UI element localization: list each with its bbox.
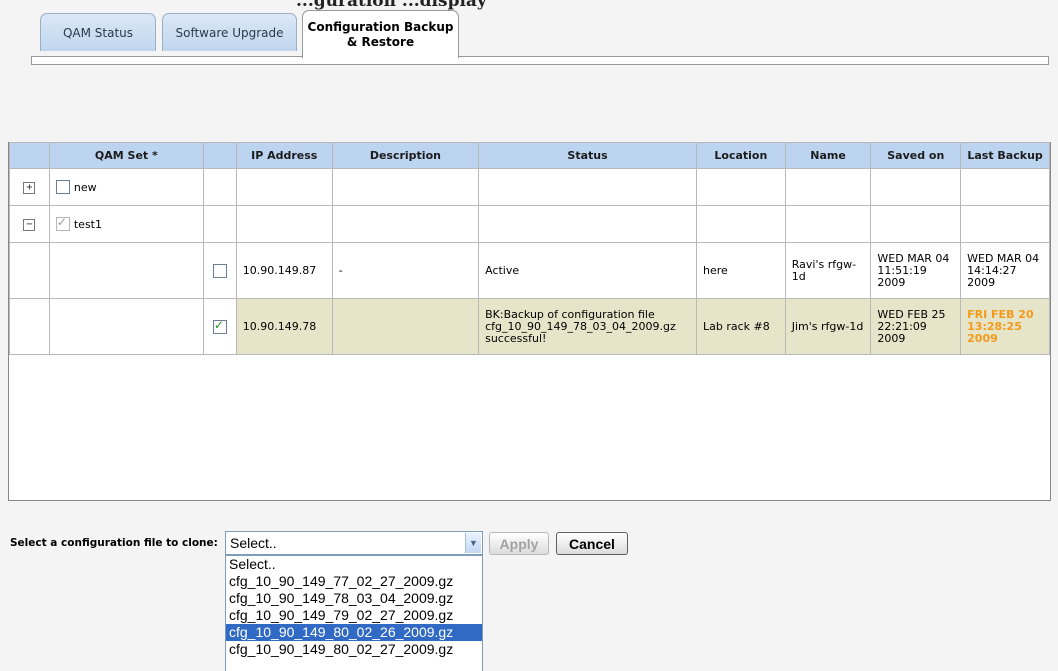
cell-description: - <box>331 242 480 299</box>
dropdown-option[interactable]: cfg_10_90_149_80_02_27_2009.gz <box>226 641 482 658</box>
qam-table: QAM Set * IP Address Description Status … <box>9 142 1050 355</box>
col-qam-set[interactable]: QAM Set * <box>48 142 204 169</box>
qam-table-container: QAM Set * IP Address Description Status … <box>8 142 1051 501</box>
cell-description <box>331 298 480 355</box>
dropdown-option[interactable]: cfg_10_90_149_77_02_27_2009.gz <box>226 573 482 590</box>
cell-saved-on: WED FEB 25 22:21:09 2009 <box>870 298 962 355</box>
qam-set-row-test1: − test1 <box>9 205 1050 243</box>
set-checkbox-new[interactable] <box>55 180 70 194</box>
table-row-selected[interactable]: 10.90.149.78 BK:Backup of configuration … <box>9 298 1050 355</box>
tab-configuration-backup-restore[interactable]: Configuration Backup & Restore <box>302 10 459 58</box>
cell-location: here <box>695 242 786 299</box>
config-file-select[interactable]: Select.. ▼ <box>225 531 483 555</box>
chevron-down-icon[interactable]: ▼ <box>465 533 481 553</box>
cell-last-backup: WED MAR 04 14:14:27 2009 <box>960 242 1050 299</box>
select-value: Select.. <box>230 535 277 551</box>
col-status[interactable]: Status <box>478 142 697 169</box>
expand-icon[interactable]: + <box>23 182 36 194</box>
dropdown-option[interactable]: cfg_10_90_149_79_02_27_2009.gz <box>226 607 482 624</box>
table-header-row: QAM Set * IP Address Description Status … <box>9 142 1050 169</box>
tab-software-upgrade[interactable]: Software Upgrade <box>162 13 297 51</box>
cell-status: Active <box>478 242 697 299</box>
tab-panel <box>31 56 1049 65</box>
col-saved-on[interactable]: Saved on <box>870 142 962 169</box>
set-name: test1 <box>73 217 102 231</box>
table-row[interactable]: 10.90.149.87 - Active here Ravi's rfgw-1… <box>9 242 1050 299</box>
dropdown-option-highlighted[interactable]: cfg_10_90_149_80_02_26_2009.gz <box>226 624 482 641</box>
apply-button[interactable]: Apply <box>489 532 549 555</box>
row-checkbox[interactable] <box>212 318 227 334</box>
dropdown-option[interactable]: cfg_10_90_149_78_03_04_2009.gz <box>226 590 482 607</box>
clipped-page-heading: ...guration ...display <box>0 0 1058 12</box>
row-checkbox[interactable] <box>212 263 227 278</box>
collapse-icon[interactable]: − <box>23 219 36 231</box>
qam-set-row-new: + new <box>9 168 1050 206</box>
cell-last-backup: FRI FEB 20 13:28:25 2009 <box>960 298 1050 355</box>
cell-ip: 10.90.149.87 <box>235 242 333 299</box>
col-last-backup[interactable]: Last Backup <box>960 142 1050 169</box>
col-expander <box>9 142 50 169</box>
cell-saved-on: WED MAR 04 11:51:19 2009 <box>870 242 962 299</box>
set-name: new <box>73 180 97 194</box>
set-checkbox-test1[interactable] <box>55 215 70 231</box>
cell-status: BK:Backup of configuration file cfg_10_9… <box>478 298 697 355</box>
dropdown-option[interactable]: Select.. <box>226 556 482 573</box>
cell-name: Jim's rfgw-1d <box>784 298 872 355</box>
tab-qam-status[interactable]: QAM Status <box>40 13 156 51</box>
col-select <box>202 142 237 169</box>
col-description[interactable]: Description <box>331 142 480 169</box>
config-file-dropdown-list: Select.. cfg_10_90_149_77_02_27_2009.gz … <box>225 555 483 671</box>
cell-ip: 10.90.149.78 <box>235 298 333 355</box>
cell-name: Ravi's rfgw-1d <box>784 242 872 299</box>
cancel-button[interactable]: Cancel <box>556 532 628 555</box>
col-location[interactable]: Location <box>695 142 786 169</box>
col-ip-address[interactable]: IP Address <box>235 142 333 169</box>
cell-location: Lab rack #8 <box>695 298 786 355</box>
col-name[interactable]: Name <box>784 142 872 169</box>
clone-label: Select a configuration file to clone: <box>10 537 218 549</box>
